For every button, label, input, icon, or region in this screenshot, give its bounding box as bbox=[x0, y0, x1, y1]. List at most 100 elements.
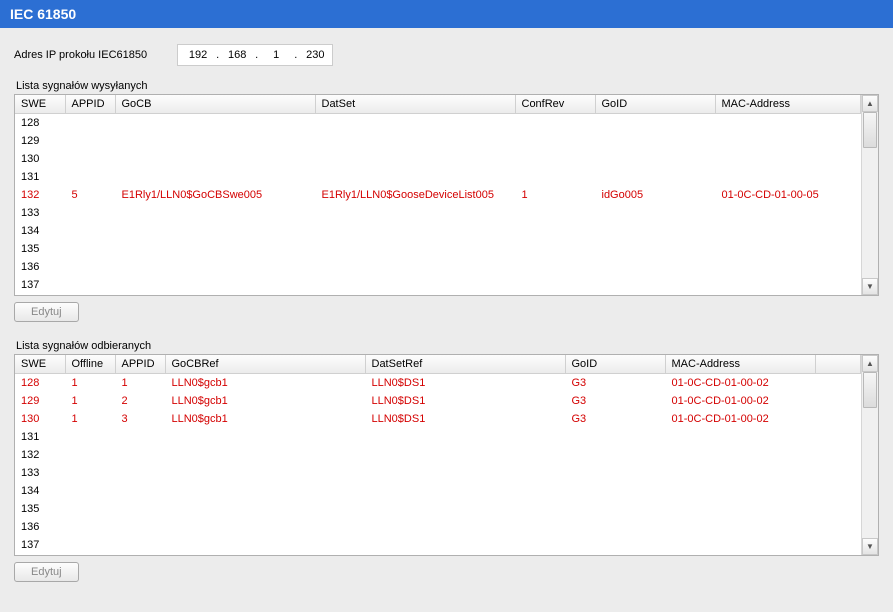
cell-appid bbox=[115, 446, 165, 464]
col-appid[interactable]: APPID bbox=[65, 95, 115, 114]
table-row[interactable]: 134 bbox=[15, 482, 861, 500]
col-swe[interactable]: SWE bbox=[15, 355, 65, 374]
cell-swe: 133 bbox=[15, 204, 65, 222]
cell-datset bbox=[315, 204, 515, 222]
cell-swe: 135 bbox=[15, 500, 65, 518]
table-row[interactable]: 133 bbox=[15, 204, 861, 222]
col-swe[interactable]: SWE bbox=[15, 95, 65, 114]
cell-mac bbox=[715, 222, 861, 240]
ip-label: Adres IP prokołu IEC61850 bbox=[14, 49, 147, 61]
cell-goid: G3 bbox=[565, 410, 665, 428]
table-row[interactable]: 135 bbox=[15, 500, 861, 518]
col-goid[interactable]: GoID bbox=[565, 355, 665, 374]
table-row[interactable]: 12811LLN0$gcb1LLN0$DS1G301-0C-CD-01-00-0… bbox=[15, 374, 861, 392]
recv-scrollbar[interactable]: ▲ ▼ bbox=[861, 355, 878, 555]
scroll-thumb[interactable] bbox=[863, 112, 877, 148]
cell-datsetref bbox=[365, 464, 565, 482]
col-gocb[interactable]: GoCB bbox=[115, 95, 315, 114]
scroll-up-icon[interactable]: ▲ bbox=[862, 95, 878, 112]
scroll-down-icon[interactable]: ▼ bbox=[862, 538, 878, 555]
cell-mac bbox=[715, 258, 861, 276]
table-row[interactable]: 133 bbox=[15, 464, 861, 482]
table-header-row[interactable]: SWE Offline APPID GoCBRef DatSetRef GoID… bbox=[15, 355, 861, 374]
table-row[interactable]: 131 bbox=[15, 428, 861, 446]
cell-swe: 129 bbox=[15, 132, 65, 150]
cell-swe: 135 bbox=[15, 240, 65, 258]
table-row[interactable]: 135 bbox=[15, 240, 861, 258]
cell-goid bbox=[595, 258, 715, 276]
cell-mac bbox=[665, 446, 815, 464]
ip-octet-4[interactable] bbox=[301, 48, 329, 62]
table-row[interactable]: 129 bbox=[15, 132, 861, 150]
cell-datsetref bbox=[365, 446, 565, 464]
cell-offline bbox=[65, 536, 115, 554]
ip-octet-1[interactable] bbox=[184, 48, 212, 62]
table-row[interactable]: 12912LLN0$gcb1LLN0$DS1G301-0C-CD-01-00-0… bbox=[15, 392, 861, 410]
cell-mac bbox=[715, 204, 861, 222]
cell-datsetref: LLN0$DS1 bbox=[365, 392, 565, 410]
cell-goid bbox=[565, 518, 665, 536]
table-row[interactable]: 130 bbox=[15, 150, 861, 168]
table-row[interactable]: 131 bbox=[15, 168, 861, 186]
ip-octet-3[interactable] bbox=[262, 48, 290, 62]
col-gocbref[interactable]: GoCBRef bbox=[165, 355, 365, 374]
cell-datsetref bbox=[365, 482, 565, 500]
cell-gocbref bbox=[165, 428, 365, 446]
sent-signals-label: Lista sygnałów wysyłanych bbox=[16, 80, 879, 92]
table-row[interactable]: 137 bbox=[15, 536, 861, 554]
cell-appid bbox=[65, 258, 115, 276]
cell-datset: E1Rly1/LLN0$GooseDeviceList005 bbox=[315, 186, 515, 204]
cell-confrev bbox=[515, 222, 595, 240]
cell-datset bbox=[315, 222, 515, 240]
sent-scrollbar[interactable]: ▲ ▼ bbox=[861, 95, 878, 295]
col-offline[interactable]: Offline bbox=[65, 355, 115, 374]
col-goid[interactable]: GoID bbox=[595, 95, 715, 114]
table-row[interactable]: 13013LLN0$gcb1LLN0$DS1G301-0C-CD-01-00-0… bbox=[15, 410, 861, 428]
table-row[interactable]: 134 bbox=[15, 222, 861, 240]
cell-datset bbox=[315, 168, 515, 186]
col-datsetref[interactable]: DatSetRef bbox=[365, 355, 565, 374]
cell-confrev bbox=[515, 132, 595, 150]
scroll-down-icon[interactable]: ▼ bbox=[862, 278, 878, 295]
cell-datset bbox=[315, 240, 515, 258]
cell-offline bbox=[65, 518, 115, 536]
cell-swe: 132 bbox=[15, 186, 65, 204]
table-header-row[interactable]: SWE APPID GoCB DatSet ConfRev GoID MAC-A… bbox=[15, 95, 861, 114]
cell-swe: 130 bbox=[15, 410, 65, 428]
recv-edit-button[interactable]: Edytuj bbox=[14, 562, 79, 582]
cell-mac bbox=[715, 276, 861, 294]
table-row[interactable]: 136 bbox=[15, 518, 861, 536]
col-mac[interactable]: MAC-Address bbox=[715, 95, 861, 114]
cell-appid: 3 bbox=[115, 410, 165, 428]
cell-swe: 137 bbox=[15, 536, 65, 554]
cell-appid bbox=[115, 500, 165, 518]
ip-input-group[interactable]: . . . bbox=[177, 44, 333, 66]
cell-swe: 130 bbox=[15, 150, 65, 168]
sent-signals-table[interactable]: SWE APPID GoCB DatSet ConfRev GoID MAC-A… bbox=[15, 95, 861, 294]
cell-offline: 1 bbox=[65, 392, 115, 410]
cell-datset bbox=[315, 258, 515, 276]
scroll-up-icon[interactable]: ▲ bbox=[862, 355, 878, 372]
table-row[interactable]: 1325E1Rly1/LLN0$GoCBSwe005E1Rly1/LLN0$Go… bbox=[15, 186, 861, 204]
cell-swe: 131 bbox=[15, 428, 65, 446]
cell-datsetref: LLN0$DS1 bbox=[365, 410, 565, 428]
cell-mac: 01-0C-CD-01-00-05 bbox=[715, 186, 861, 204]
cell-datsetref: LLN0$DS1 bbox=[365, 374, 565, 392]
cell-datsetref bbox=[365, 518, 565, 536]
table-row[interactable]: 136 bbox=[15, 258, 861, 276]
cell-gocb bbox=[115, 276, 315, 294]
cell-swe: 132 bbox=[15, 446, 65, 464]
sent-edit-button[interactable]: Edytuj bbox=[14, 302, 79, 322]
col-appid[interactable]: APPID bbox=[115, 355, 165, 374]
table-row[interactable]: 137 bbox=[15, 276, 861, 294]
col-confrev[interactable]: ConfRev bbox=[515, 95, 595, 114]
recv-signals-table[interactable]: SWE Offline APPID GoCBRef DatSetRef GoID… bbox=[15, 355, 861, 554]
scroll-thumb[interactable] bbox=[863, 372, 877, 408]
ip-octet-2[interactable] bbox=[223, 48, 251, 62]
table-row[interactable]: 128 bbox=[15, 114, 861, 132]
cell-appid bbox=[65, 150, 115, 168]
col-mac[interactable]: MAC-Address bbox=[665, 355, 815, 374]
table-row[interactable]: 132 bbox=[15, 446, 861, 464]
cell-appid bbox=[65, 240, 115, 258]
col-datset[interactable]: DatSet bbox=[315, 95, 515, 114]
